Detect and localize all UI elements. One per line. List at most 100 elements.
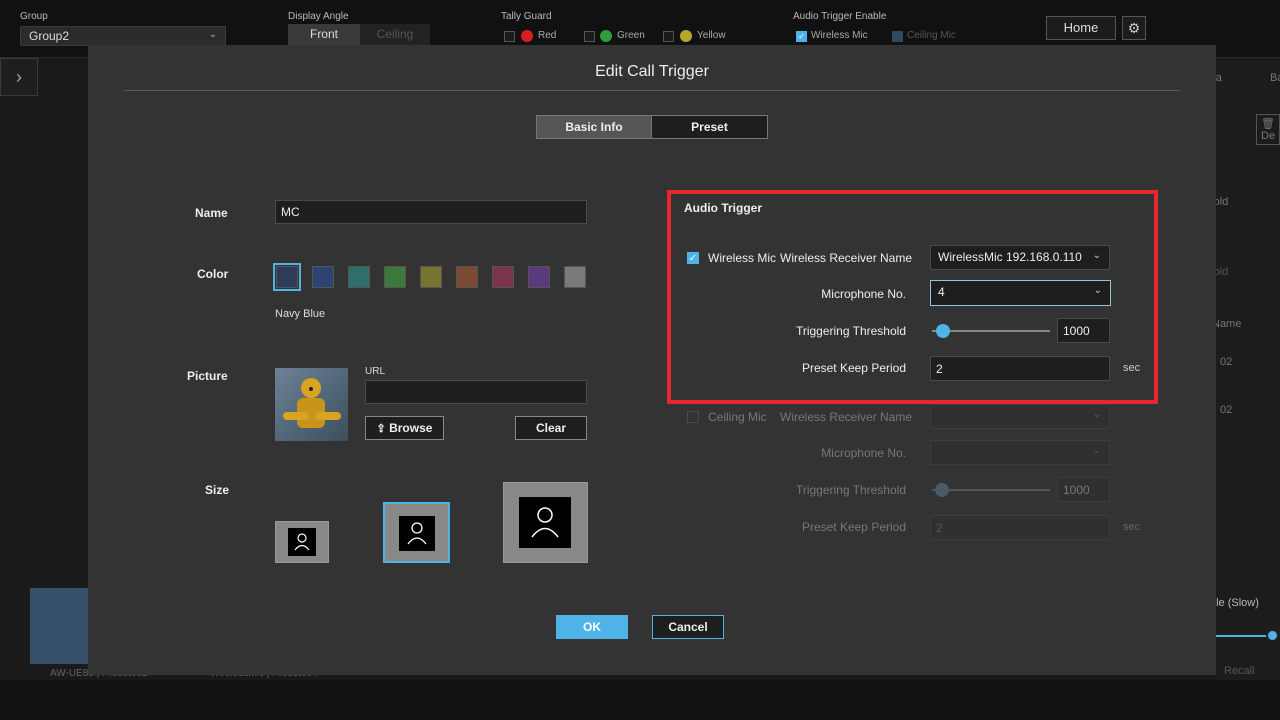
chevron-down-icon: ⌄: [1092, 250, 1101, 261]
ceiling-threshold-input[interactable]: [1057, 477, 1110, 502]
ceiling-receiver-select[interactable]: ⌄: [930, 404, 1110, 429]
tally-red-checkbox[interactable]: [504, 31, 515, 42]
keep-period-unit: sec: [1123, 362, 1141, 374]
ceiling-keep-period-label: Preset Keep Period: [801, 520, 906, 534]
chevron-right-icon: ›: [16, 67, 22, 87]
cancel-button[interactable]: Cancel: [652, 615, 724, 639]
mic-no-label: Microphone No.: [821, 287, 906, 301]
tally-green-checkbox[interactable]: [584, 31, 595, 42]
color-swatch[interactable]: [273, 263, 301, 291]
bg-camera-thumbnail: [30, 588, 88, 664]
color-swatch[interactable]: [528, 266, 550, 288]
ceiling-threshold-slider-track[interactable]: [932, 489, 1050, 491]
person-icon: [288, 528, 316, 556]
person-icon: [519, 497, 571, 548]
group-label: Group: [20, 11, 48, 22]
green-dot-icon: [600, 30, 612, 42]
ceiling-mic-label: Ceiling Mic: [708, 410, 767, 424]
wireless-mic-checkbox[interactable]: ✓: [687, 252, 699, 264]
browse-button[interactable]: ⇪ Browse: [365, 416, 444, 440]
keep-period-input[interactable]: [930, 356, 1110, 381]
size-medium-option[interactable]: [383, 502, 450, 563]
mic-no-select[interactable]: 4 ⌄: [930, 280, 1111, 306]
upload-icon: ⇪: [376, 423, 386, 435]
color-swatch[interactable]: [564, 266, 586, 288]
bg-text: Name: [1212, 318, 1242, 330]
ceiling-keep-period-unit: sec: [1123, 521, 1141, 533]
ok-button[interactable]: OK: [556, 615, 628, 639]
threshold-slider-thumb[interactable]: [936, 324, 950, 338]
tally-yellow-checkbox[interactable]: [663, 31, 674, 42]
dialog-title: Edit Call Trigger: [595, 63, 709, 80]
ceiling-mic-checkbox[interactable]: [687, 411, 699, 423]
picture-preview: [275, 368, 348, 441]
chevron-down-icon: ⌄: [1092, 445, 1101, 456]
tab-preset[interactable]: Preset: [651, 115, 768, 139]
color-swatch[interactable]: [420, 266, 442, 288]
url-label: URL: [365, 366, 386, 377]
color-swatch[interactable]: [348, 266, 370, 288]
wireless-receiver-label: Wireless Receiver Name: [780, 251, 913, 265]
clear-button[interactable]: Clear: [515, 416, 587, 440]
angle-front-button[interactable]: Front: [288, 24, 360, 45]
wireless-mic-label: Wireless Mic: [708, 251, 776, 265]
audio-ceiling-checkbox[interactable]: [892, 31, 903, 42]
bg-text: 02: [1220, 356, 1233, 368]
audio-ceiling-label: Ceiling Mic: [907, 30, 956, 41]
yellow-dot-icon: [680, 30, 692, 42]
color-swatch[interactable]: [492, 266, 514, 288]
tab-basic-info[interactable]: Basic Info: [536, 115, 652, 139]
crash-test-dummy-image: [283, 378, 341, 428]
audio-trigger-title: Audio Trigger: [684, 201, 762, 215]
gear-icon: ⚙: [1127, 20, 1141, 36]
background-right-panel: era Ba 🗑De shold d shold Name 02 02 ble …: [1202, 60, 1280, 680]
threshold-label: Triggering Threshold: [795, 324, 906, 338]
tally-red-label: Red: [538, 30, 557, 41]
bg-slider-thumb: [1266, 629, 1279, 642]
bg-text: Ba: [1270, 72, 1280, 84]
display-angle-label: Display Angle: [288, 11, 349, 22]
audio-wireless-label: Wireless Mic: [811, 30, 868, 41]
audio-wireless-checkbox[interactable]: ✓: [796, 31, 807, 42]
chevron-down-icon: ⌄: [208, 29, 217, 40]
bg-text: 02: [1220, 404, 1233, 416]
threshold-input[interactable]: [1057, 318, 1110, 343]
size-large-option[interactable]: [503, 482, 588, 563]
chevron-down-icon: ⌄: [1093, 285, 1102, 296]
bg-text: Recall: [1224, 665, 1255, 677]
home-button[interactable]: Home: [1046, 16, 1116, 40]
size-small-option[interactable]: [275, 521, 329, 563]
sidebar-toggle[interactable]: ›: [0, 58, 38, 96]
ceiling-mic-no-select[interactable]: ⌄: [930, 440, 1110, 465]
color-swatch[interactable]: [384, 266, 406, 288]
bottom-bar: [0, 680, 1280, 720]
name-label: Name: [195, 206, 228, 220]
title-divider: [124, 90, 1180, 91]
angle-ceiling-button[interactable]: Ceiling: [360, 24, 430, 45]
picture-label: Picture: [187, 369, 228, 383]
audio-enable-label: Audio Trigger Enable: [793, 11, 887, 22]
group-select[interactable]: Group2 ⌄: [20, 26, 226, 46]
tally-yellow-label: Yellow: [697, 30, 726, 41]
ceiling-receiver-label: Wireless Receiver Name: [780, 410, 913, 424]
color-swatch[interactable]: [456, 266, 478, 288]
chevron-down-icon: ⌄: [1092, 409, 1101, 420]
tally-guard-label: Tally Guard: [501, 11, 552, 22]
person-icon: [399, 516, 435, 551]
color-label: Color: [197, 267, 229, 281]
ceiling-threshold-slider-thumb[interactable]: [935, 483, 949, 497]
bg-text: ble (Slow): [1210, 597, 1259, 609]
settings-button[interactable]: ⚙: [1122, 16, 1146, 40]
trash-icon: 🗑: [1261, 118, 1275, 130]
size-label: Size: [205, 483, 230, 497]
keep-period-label: Preset Keep Period: [801, 361, 906, 375]
selected-color-name: Navy Blue: [275, 308, 326, 320]
color-swatch[interactable]: [312, 266, 334, 288]
name-input[interactable]: [275, 200, 587, 224]
ceiling-mic-no-label: Microphone No.: [821, 446, 906, 460]
url-input[interactable]: [365, 380, 587, 404]
group-value: Group2: [29, 29, 70, 43]
ceiling-threshold-label: Triggering Threshold: [795, 483, 906, 497]
ceiling-keep-period-input[interactable]: [930, 515, 1110, 540]
wireless-receiver-select[interactable]: WirelessMic 192.168.0.110 ⌄: [930, 245, 1110, 270]
